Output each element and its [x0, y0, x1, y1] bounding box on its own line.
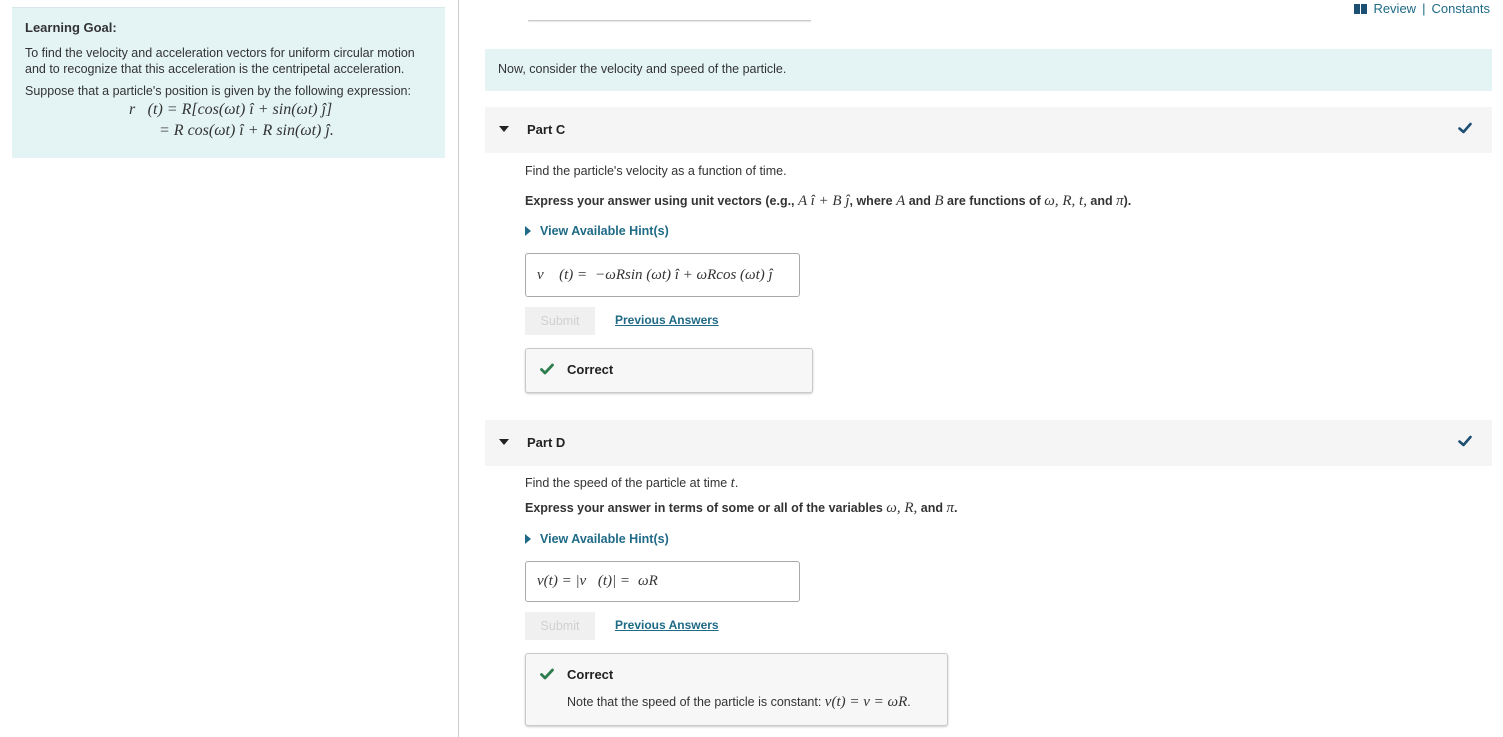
- checkmark-icon: [540, 668, 554, 680]
- part-c-hint-link[interactable]: View Available Hint(s): [525, 224, 669, 238]
- learning-goal-title: Learning Goal:: [25, 20, 117, 35]
- review-constants-links: Review | Constants: [1354, 1, 1490, 16]
- part-c-instruction: Express your answer using unit vectors (…: [525, 193, 1131, 210]
- part-d-title: Part D: [527, 435, 566, 450]
- part-c-header[interactable]: Part C: [485, 107, 1492, 153]
- panel-divider: [458, 0, 459, 737]
- part-d-answer-field[interactable]: v(t) = |v⃗(t)| = ωR: [525, 561, 800, 602]
- part-d-hint-link[interactable]: View Available Hint(s): [525, 532, 669, 546]
- part-d-previous-answers-link[interactable]: Previous Answers: [615, 618, 719, 632]
- question-text: Find the speed of the particle at time: [525, 476, 731, 490]
- answer-label: v(t) = |v⃗(t)| =: [537, 573, 631, 589]
- separator: |: [1422, 1, 1426, 16]
- constants-link[interactable]: Constants: [1431, 1, 1490, 16]
- instruction-math: π: [946, 500, 954, 516]
- checkmark-icon: [1458, 122, 1472, 134]
- position-equation-line2: = R cos(ωt) î + R sin(ωt) ĵ.: [159, 122, 334, 139]
- instruction-text: and: [917, 501, 947, 515]
- instruction-math: ω, R,: [886, 500, 918, 516]
- part-c-submit-button[interactable]: Submit: [525, 307, 595, 335]
- hint-label[interactable]: View Available Hint(s): [540, 532, 669, 546]
- feedback-note-text: .: [907, 695, 911, 709]
- part-c-title: Part C: [527, 122, 566, 137]
- instruction-text: , where: [849, 194, 897, 208]
- instruction-math: B: [934, 193, 944, 209]
- instruction-text: are functions of: [943, 194, 1045, 208]
- feedback-note: Note that the speed of the particle is c…: [567, 694, 911, 711]
- part-c-feedback: Correct: [525, 348, 813, 393]
- feedback-title: Correct: [567, 362, 614, 377]
- instruction-math: A î + B ĵ: [798, 193, 850, 209]
- part-d-submit-button[interactable]: Submit: [525, 612, 595, 640]
- learning-goal-panel: Learning Goal: To find the velocity and …: [12, 7, 445, 158]
- caret-down-icon[interactable]: [499, 126, 509, 132]
- instruction-math: π: [1116, 193, 1124, 209]
- question-text: .: [734, 476, 739, 490]
- instruction-text: .: [953, 501, 958, 515]
- checkmark-icon: [1458, 435, 1472, 447]
- learning-goal-text: To find the velocity and acceleration ve…: [25, 46, 415, 76]
- learning-goal-suppose: Suppose that a particle's position is gi…: [25, 84, 411, 98]
- hint-label[interactable]: View Available Hint(s): [540, 224, 669, 238]
- review-link[interactable]: Review: [1373, 1, 1416, 16]
- feedback-title: Correct: [567, 667, 614, 682]
- part-c-previous-answers-link[interactable]: Previous Answers: [615, 313, 719, 327]
- top-divider: [528, 20, 811, 21]
- instruction-text: Express your answer using unit vectors (…: [525, 194, 798, 208]
- intro-text: Now, consider the velocity and speed of …: [498, 62, 787, 76]
- instruction-math: A: [896, 193, 906, 209]
- part-d-instruction: Express your answer in terms of some or …: [525, 500, 957, 517]
- caret-right-icon: [525, 226, 531, 236]
- part-c-question: Find the particle's velocity as a functi…: [525, 164, 787, 178]
- caret-right-icon: [525, 534, 531, 544]
- instruction-math: ω, R, t,: [1044, 193, 1087, 209]
- instruction-text: and: [1086, 194, 1117, 208]
- position-equation-line1: r⃗(t) = R[cos(ωt) î + sin(ωt) ĵ]: [129, 101, 333, 118]
- checkmark-icon: [540, 363, 554, 375]
- part-c-answer-field[interactable]: v⃗ (t) = −ωRsin (ωt) î + ωRcos (ωt) ĵ: [525, 253, 800, 297]
- part-d-header[interactable]: Part D: [485, 420, 1492, 466]
- feedback-note-math: v(t) = v = ωR: [824, 694, 908, 710]
- instruction-text: and: [905, 194, 935, 208]
- feedback-note-text: Note that the speed of the particle is c…: [567, 695, 825, 709]
- book-icon: [1354, 3, 1368, 14]
- answer-label: v⃗ (t) =: [537, 266, 588, 283]
- part-d-question: Find the speed of the particle at time t…: [525, 475, 738, 492]
- instruction-text: Express your answer in terms of some or …: [525, 501, 887, 515]
- part-d-feedback: Correct Note that the speed of the parti…: [525, 653, 948, 726]
- intro-banner: Now, consider the velocity and speed of …: [485, 49, 1492, 91]
- answer-value: −ωRsin (ωt) î + ωRcos (ωt) ĵ: [595, 266, 773, 283]
- instruction-text: ).: [1123, 194, 1132, 208]
- answer-value: ωR: [638, 573, 658, 589]
- caret-down-icon[interactable]: [499, 439, 509, 445]
